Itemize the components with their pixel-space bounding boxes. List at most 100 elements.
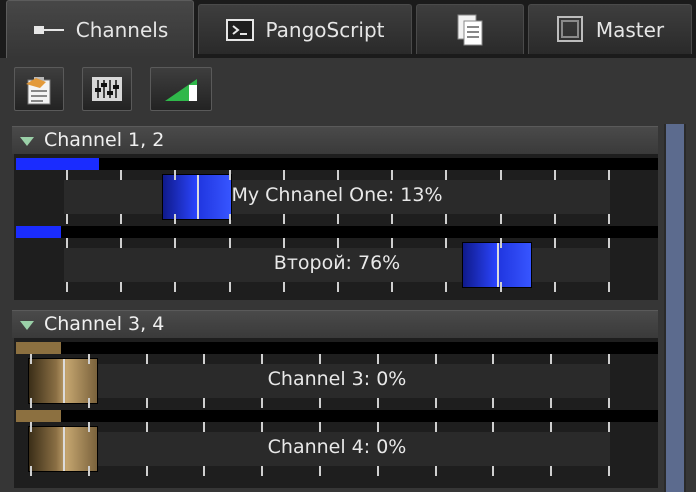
slider-tick: [174, 170, 176, 180]
slider-tick: [120, 214, 122, 224]
clipboard-handshake-icon: [26, 77, 51, 105]
slider-tick: [88, 466, 90, 476]
slider-tick: [283, 282, 285, 292]
slider-tick: [283, 214, 285, 224]
slider-tick: [445, 170, 447, 180]
slider-tick: [435, 398, 437, 408]
slider-tick: [608, 170, 610, 180]
clipboard-button[interactable]: [14, 67, 64, 111]
group-body-1: My Chnanel One: 13% Второй: 76%: [14, 154, 658, 300]
tab-channels[interactable]: Channels: [6, 0, 194, 58]
mixer-button[interactable]: [82, 67, 132, 111]
tab-master[interactable]: Master: [528, 4, 692, 54]
slider-tick: [146, 398, 148, 408]
slider-tick: [337, 214, 339, 224]
level-meter: [16, 410, 658, 422]
level-fill: [16, 226, 61, 238]
channel-slider[interactable]: My Chnanel One: 13%: [64, 170, 610, 224]
slider-tick: [146, 466, 148, 476]
slider-tick: [30, 422, 32, 432]
slider-tick: [88, 422, 90, 432]
slider-tick: [500, 238, 502, 248]
level-fill: [16, 158, 99, 170]
slider-tick: [492, 422, 494, 432]
group-header-1[interactable]: Channel 1, 2: [12, 126, 658, 154]
slider-tick: [445, 214, 447, 224]
slider-tick: [608, 398, 610, 408]
slider-tick: [203, 354, 205, 364]
slider-tick: [377, 466, 379, 476]
slider-tick: [550, 422, 552, 432]
slider-tick: [203, 466, 205, 476]
slider-tick: [261, 398, 263, 408]
plug-icon: [33, 25, 64, 34]
slider-tick: [500, 214, 502, 224]
channel-slider[interactable]: Channel 4: 0%: [28, 422, 610, 476]
slider-tick: [550, 354, 552, 364]
tab-copy[interactable]: [416, 4, 524, 54]
channel-label: Channel 3: 0%: [267, 368, 407, 390]
slider-tick: [319, 354, 321, 364]
tab-channels-label: Channels: [75, 17, 169, 42]
master-window-icon: [556, 15, 583, 42]
slider-tick: [120, 282, 122, 292]
channel-label: Второй: 76%: [273, 252, 401, 274]
slider-tick: [445, 282, 447, 292]
slider-tick: [229, 282, 231, 292]
slider-tick: [554, 282, 556, 292]
level-meter: [16, 342, 658, 354]
slider-tick: [492, 466, 494, 476]
group-title: Channel 3, 4: [44, 313, 165, 335]
slider-tick: [554, 238, 556, 248]
slider-tick: [550, 466, 552, 476]
slider-tick: [30, 466, 32, 476]
slider-tick: [30, 354, 32, 364]
group-title: Channel 1, 2: [44, 129, 165, 151]
slider-tick: [66, 170, 68, 180]
tab-pangoscript[interactable]: PangoScript: [198, 4, 412, 54]
tab-master-label: Master: [595, 17, 665, 42]
slider-tick: [203, 422, 205, 432]
slider-tick: [261, 466, 263, 476]
scrollbar-thumb[interactable]: [666, 124, 684, 492]
slider-tick: [319, 398, 321, 408]
group-body-2: Channel 3: 0% Channel 4: 0%: [14, 338, 658, 488]
slider-tick: [229, 238, 231, 248]
level-fill: [16, 342, 61, 354]
channel-label: Channel 4: 0%: [267, 436, 407, 458]
toolbar: [0, 58, 696, 120]
slider-tick: [608, 238, 610, 248]
slider-tick: [319, 422, 321, 432]
slider-tick: [229, 170, 231, 180]
collapse-triangle-icon[interactable]: [20, 321, 34, 330]
level-meter: [16, 226, 658, 238]
channel-slider[interactable]: Второй: 76%: [64, 238, 610, 292]
copy-pages-icon: [457, 14, 483, 45]
slider-tick: [445, 238, 447, 248]
slider-tick: [391, 214, 393, 224]
slider-tick: [500, 282, 502, 292]
channel-slider[interactable]: Channel 3: 0%: [28, 354, 610, 408]
slider-knob[interactable]: [162, 174, 232, 220]
slider-tick: [88, 354, 90, 364]
slider-tick: [608, 466, 610, 476]
slider-tick: [608, 422, 610, 432]
slider-tick: [337, 170, 339, 180]
slider-tick: [500, 170, 502, 180]
slider-tick: [283, 170, 285, 180]
slider-tick: [435, 422, 437, 432]
slider-tick: [337, 282, 339, 292]
slider-tick: [66, 282, 68, 292]
slider-tick: [377, 422, 379, 432]
slider-tick: [377, 398, 379, 408]
collapse-triangle-icon[interactable]: [20, 137, 34, 146]
slider-tick: [120, 238, 122, 248]
slider-tick: [203, 398, 205, 408]
slider-tick: [554, 170, 556, 180]
ramp-button[interactable]: [150, 67, 212, 111]
slider-tick: [435, 354, 437, 364]
slider-tick: [174, 214, 176, 224]
level-meter: [16, 158, 658, 170]
group-header-2[interactable]: Channel 3, 4: [12, 310, 658, 338]
slider-knob[interactable]: [462, 242, 532, 288]
